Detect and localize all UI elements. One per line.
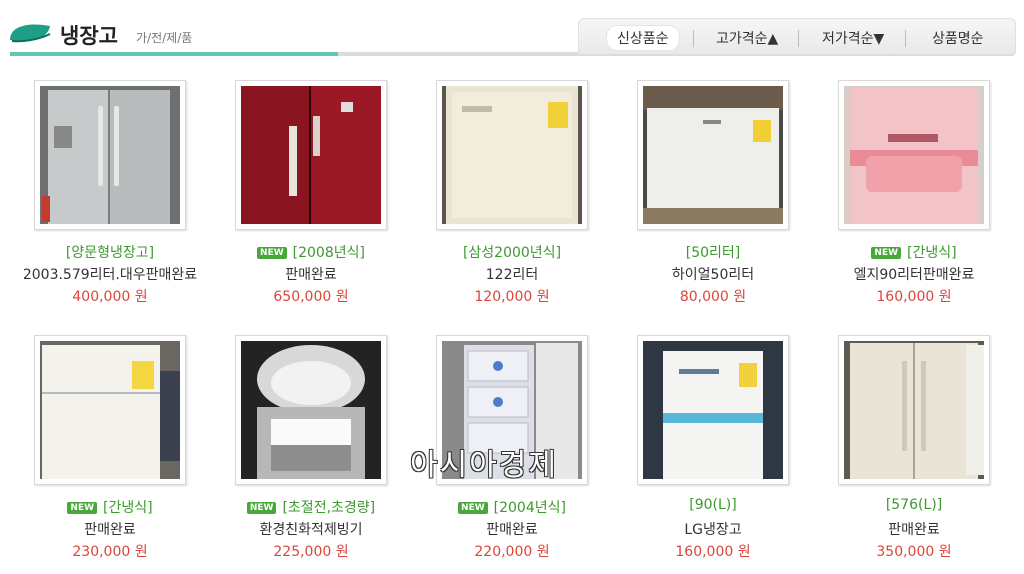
product-price: 350,000 원 bbox=[876, 544, 952, 560]
new-badge: NEW bbox=[871, 247, 902, 259]
cream-small-fridge-image bbox=[442, 86, 582, 224]
product-description[interactable]: 판매완료 bbox=[814, 519, 1014, 539]
product-tag: [삼성2000년식] bbox=[412, 242, 612, 262]
product-image[interactable] bbox=[838, 80, 990, 230]
sort-separator bbox=[693, 30, 694, 47]
product-image[interactable] bbox=[637, 80, 789, 230]
header-divider-accent bbox=[10, 52, 338, 56]
product-tag-text: [50리터] bbox=[685, 245, 741, 261]
product-price: 160,000 원 bbox=[876, 289, 952, 305]
page-title: 냉장고 bbox=[60, 24, 118, 48]
sort-separator bbox=[905, 30, 906, 47]
product-tag: [양문형냉장고] bbox=[10, 242, 210, 262]
product-description[interactable]: 122리터 bbox=[412, 264, 612, 284]
sort-tabs: 신상품순 고가격순▲ 저가격순▼ 상품명순 bbox=[578, 18, 1016, 54]
sort-newest[interactable]: 신상품순 bbox=[607, 26, 679, 50]
product-tag-text: [간냉식] bbox=[907, 245, 957, 261]
product-tag: NEW [간냉식] bbox=[814, 242, 1014, 262]
product-tag: [90(L)] bbox=[613, 497, 813, 513]
watermark: 아시아경제 bbox=[410, 448, 558, 483]
product-tag-text: [양문형냉장고] bbox=[65, 245, 155, 261]
product-tag: [50리터] bbox=[613, 242, 813, 262]
product-price: 160,000 원 bbox=[675, 544, 751, 560]
product-image[interactable] bbox=[34, 80, 186, 230]
white-side-by-side-fridge-image bbox=[844, 341, 984, 479]
sort-name[interactable]: 상품명순 bbox=[932, 28, 984, 48]
product-tag-text: [초절전,초경량] bbox=[282, 500, 376, 516]
product-tag-text: [2004년식] bbox=[493, 500, 566, 516]
new-badge: NEW bbox=[257, 247, 287, 259]
sort-price-low[interactable]: 저가격순▼ bbox=[822, 28, 884, 48]
product-tag: [576(L)] bbox=[814, 497, 1014, 513]
product-price: 220,000 원 bbox=[474, 544, 550, 560]
product-image[interactable] bbox=[235, 80, 387, 230]
product-price: 225,000 원 bbox=[273, 544, 349, 560]
product-tag: NEW [2004년식] bbox=[412, 497, 612, 517]
product-price: 400,000 원 bbox=[72, 289, 148, 305]
leaf-logo-icon bbox=[10, 24, 51, 43]
product-description[interactable]: 2003.579리터.대우판매완료 bbox=[10, 264, 210, 284]
product-tag-text: [삼성2000년식] bbox=[462, 245, 562, 261]
product-description[interactable]: 판매완료 bbox=[211, 264, 411, 284]
red-side-by-side-fridge-image bbox=[241, 86, 381, 224]
product-tag-text: [간냉식] bbox=[103, 500, 153, 516]
new-badge: NEW bbox=[67, 502, 98, 514]
product-image[interactable] bbox=[838, 335, 990, 485]
product-price: 120,000 원 bbox=[474, 289, 550, 305]
sort-price-high[interactable]: 고가격순▲ bbox=[716, 28, 778, 48]
product-price: 230,000 원 bbox=[72, 544, 148, 560]
product-description[interactable]: LG냉장고 bbox=[613, 519, 813, 539]
product-image[interactable] bbox=[637, 335, 789, 485]
product-tag-text: [576(L)] bbox=[885, 497, 943, 513]
product-tag-text: [2008년식] bbox=[292, 245, 365, 261]
page-header: 냉장고 가/전/제/품 신상품순 고가격순▲ 저가격순▼ 상품명순 bbox=[0, 0, 1024, 58]
product-description[interactable]: 하이얼50리터 bbox=[613, 264, 813, 284]
product-tag-text: [90(L)] bbox=[689, 497, 737, 513]
product-description[interactable]: 판매완료 bbox=[412, 519, 612, 539]
silver-side-by-side-fridge-image bbox=[40, 86, 180, 224]
white-two-door-fridge-image bbox=[40, 341, 180, 479]
product-tag: NEW [초절전,초경량] bbox=[211, 497, 411, 517]
product-description[interactable]: 환경친화적제빙기 bbox=[211, 519, 411, 539]
product-price: 650,000 원 bbox=[273, 289, 349, 305]
product-image[interactable] bbox=[34, 335, 186, 485]
product-tag: NEW [간냉식] bbox=[10, 497, 210, 517]
product-price: 80,000 원 bbox=[679, 289, 747, 305]
product-description[interactable]: 판매완료 bbox=[10, 519, 210, 539]
product-tag: NEW [2008년식] bbox=[211, 242, 411, 262]
product-image[interactable] bbox=[235, 335, 387, 485]
white-blue-fridge-image bbox=[643, 341, 783, 479]
product-image[interactable] bbox=[436, 80, 588, 230]
white-mini-fridge-image bbox=[643, 86, 783, 224]
product-description[interactable]: 엘지90리터판매완료 bbox=[814, 264, 1014, 284]
sort-separator bbox=[798, 30, 799, 47]
breadcrumb: 가/전/제/품 bbox=[136, 31, 193, 45]
ice-maker-image bbox=[241, 341, 381, 479]
new-badge: NEW bbox=[246, 502, 277, 514]
pink-fridge-image bbox=[844, 86, 984, 224]
new-badge: NEW bbox=[458, 502, 488, 514]
